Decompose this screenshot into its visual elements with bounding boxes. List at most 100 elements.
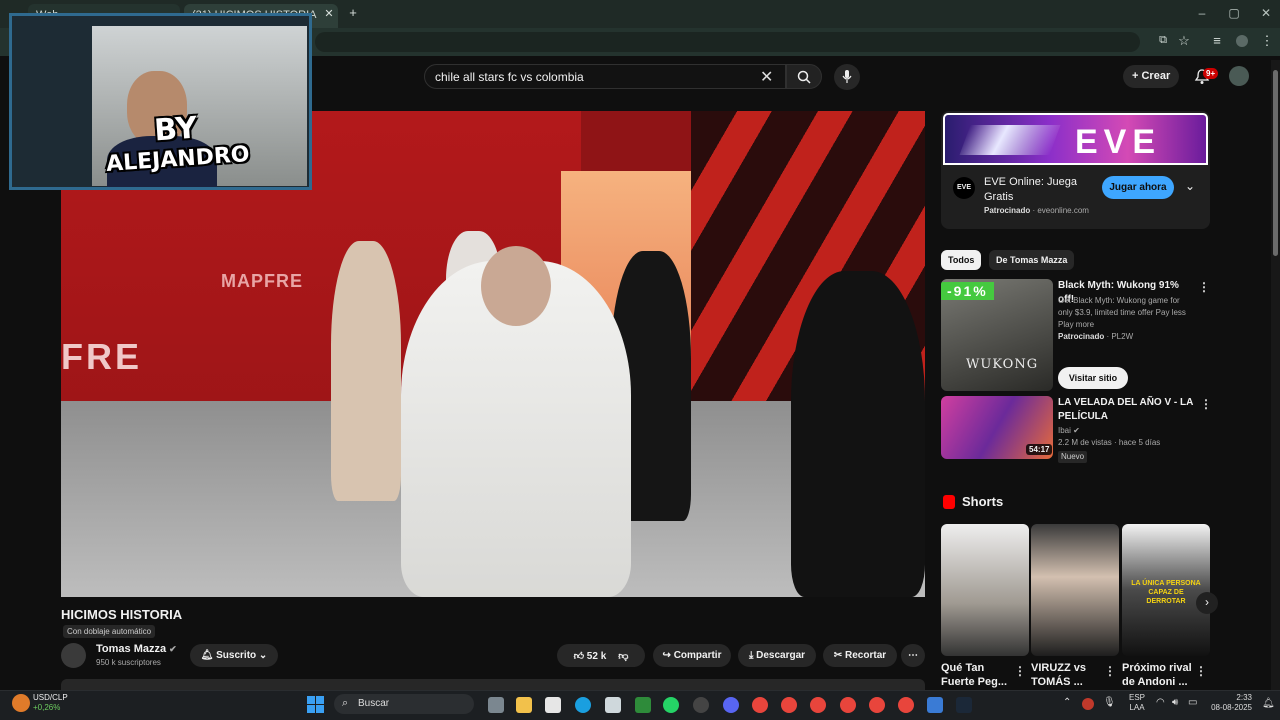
chrome-icon[interactable] xyxy=(781,697,797,713)
rec-thumbnail[interactable]: 54:17 xyxy=(941,396,1053,459)
shorts-heading: Shorts xyxy=(962,494,1004,509)
account-avatar[interactable] xyxy=(1229,66,1249,86)
windows-start-icon[interactable] xyxy=(307,696,324,713)
chrome-icon[interactable] xyxy=(810,697,826,713)
xbox-icon[interactable] xyxy=(635,697,651,713)
streamer-name-overlay: BY ALEJANDRO xyxy=(103,110,250,180)
chip-all[interactable]: Todos xyxy=(941,250,982,270)
sponsored-label: Patrocinado xyxy=(1058,332,1105,341)
clock-time: 2:33 xyxy=(1236,693,1252,702)
battery-icon[interactable]: ▭ xyxy=(1188,697,1197,708)
chrome-icon[interactable] xyxy=(840,697,856,713)
stock-widget-icon[interactable] xyxy=(12,694,30,712)
app-icon[interactable] xyxy=(927,697,943,713)
channel-name[interactable]: Tomas Mazza ✔ xyxy=(96,643,177,655)
like-count: 52 k xyxy=(586,651,607,662)
more-options-icon[interactable]: ⋮ xyxy=(1014,664,1026,678)
short-title[interactable]: VIRUZZ vs TOMÁS ... xyxy=(1031,661,1107,689)
url-bar[interactable] xyxy=(315,32,1140,52)
clip-label: Recortar xyxy=(845,650,887,661)
new-tab-icon[interactable]: + xyxy=(344,5,362,20)
microphone-tray-icon[interactable]: 🎙︎ xyxy=(1103,697,1116,708)
chrome-icon[interactable] xyxy=(898,697,914,713)
tray-chevron-icon[interactable]: ⌃ xyxy=(1063,697,1071,708)
ad-title[interactable]: EVE Online: Juega Gratis xyxy=(984,175,1092,205)
clear-search-icon[interactable]: ✕ xyxy=(760,67,773,87)
task-view-icon[interactable] xyxy=(488,697,504,713)
chrome-icon[interactable] xyxy=(752,697,768,713)
app-icon[interactable] xyxy=(605,697,621,713)
more-options-icon[interactable]: ⋮ xyxy=(1200,397,1212,411)
short-thumbnail[interactable] xyxy=(1031,524,1119,656)
playlist-icon[interactable]: ≡ xyxy=(1208,33,1226,48)
profile-avatar[interactable] xyxy=(1236,35,1248,47)
discord-icon[interactable] xyxy=(723,697,739,713)
bookmark-star-icon[interactable]: ☆ xyxy=(1175,33,1193,49)
steam-icon[interactable] xyxy=(956,697,972,713)
short-thumbnail[interactable]: LA ÚNICA PERSONA CAPAZ DE DERROTAR xyxy=(1122,524,1210,656)
tray-app-icon[interactable] xyxy=(1082,698,1094,710)
clock[interactable]: 2:33 08-08-2025 xyxy=(1208,693,1252,713)
create-button[interactable]: + Crear xyxy=(1123,65,1179,88)
language-indicator[interactable]: ESP LAA xyxy=(1129,693,1145,713)
thumbs-down-icon: 👎︎ xyxy=(618,651,629,662)
like-dislike-group[interactable]: 👍︎ 52 k 👎︎ xyxy=(557,644,645,667)
description-box[interactable] xyxy=(61,679,925,690)
close-tab-icon[interactable]: ✕ xyxy=(320,7,338,20)
voice-search-button[interactable] xyxy=(834,64,860,90)
search-button[interactable] xyxy=(786,64,822,89)
chrome-icon[interactable] xyxy=(869,697,885,713)
more-options-icon[interactable]: ⋮ xyxy=(1198,280,1210,294)
clip-button[interactable]: ✂ Recortar xyxy=(823,644,897,667)
whatsapp-icon[interactable] xyxy=(663,697,679,713)
share-label: Compartir xyxy=(673,650,722,661)
ad-cta-button[interactable]: Jugar ahora xyxy=(1102,176,1174,199)
short-title[interactable]: Qué Tan Fuerte Peg... xyxy=(941,661,1017,689)
ticker-name: USD/CLP xyxy=(33,693,68,702)
visit-site-button[interactable]: Visitar sitio xyxy=(1058,367,1128,389)
sponsored-ad-card[interactable]: EVE EVE EVE Online: Juega Gratis Patroci… xyxy=(941,111,1210,229)
download-button[interactable]: ⤓ Descargar xyxy=(738,644,816,667)
search-query: chile all stars fc vs colombia xyxy=(435,70,584,84)
shorts-next-icon[interactable]: › xyxy=(1196,592,1218,614)
sponsored-label: Patrocinado xyxy=(984,206,1031,215)
edge-icon[interactable] xyxy=(575,697,591,713)
short-thumbnail[interactable] xyxy=(941,524,1029,656)
rec-channel[interactable]: Ibai ✔ xyxy=(1058,425,1080,437)
new-badge: Nuevo xyxy=(1058,451,1088,463)
volume-icon[interactable]: 🔊︎ xyxy=(1172,697,1178,708)
channel-avatar[interactable] xyxy=(61,643,86,668)
short-title[interactable]: Próximo rival de Andoni ... xyxy=(1122,661,1198,689)
chip-channel[interactable]: De Tomas Mazza xyxy=(989,250,1075,270)
share-button[interactable]: ↪ Compartir xyxy=(653,644,731,667)
chevron-down-icon[interactable]: ⌄ xyxy=(1185,179,1195,193)
minimize-icon[interactable]: – xyxy=(1192,6,1212,20)
rec-thumbnail[interactable]: -91% WUKONG xyxy=(941,279,1053,391)
microphone-icon xyxy=(842,70,852,83)
more-options-icon[interactable]: ⋮ xyxy=(1195,664,1207,678)
rec-title[interactable]: LA VELADA DEL AÑO V - LA PELÍCULA xyxy=(1058,396,1193,424)
duration-badge: 54:17 xyxy=(1026,444,1053,455)
search-icon xyxy=(797,70,811,84)
close-window-icon[interactable]: ✕ xyxy=(1256,6,1276,20)
wifi-icon[interactable]: ◠ xyxy=(1156,697,1165,708)
more-options-icon[interactable]: ⋮ xyxy=(1104,664,1116,678)
install-app-icon[interactable]: ⧉ xyxy=(1154,34,1172,47)
subscribed-button[interactable]: 🔔︎ Suscrito ⌄ xyxy=(190,644,278,667)
app-icon[interactable] xyxy=(693,697,709,713)
browser-menu-icon[interactable]: ⋮ xyxy=(1258,33,1276,49)
taskbar-search[interactable]: Buscar xyxy=(334,694,474,714)
maximize-icon[interactable]: ▢ xyxy=(1224,6,1244,20)
thumbs-up-icon: 👍︎ xyxy=(573,651,587,662)
file-explorer-icon[interactable] xyxy=(516,697,532,713)
store-icon[interactable] xyxy=(545,697,561,713)
stock-ticker[interactable]: USD/CLP +0,26% xyxy=(33,693,68,713)
notification-center-icon[interactable]: 🔔︎ xyxy=(1262,698,1275,709)
more-icon: ⋯ xyxy=(908,650,918,661)
shorts-icon xyxy=(943,495,955,509)
more-actions-button[interactable]: ⋯ xyxy=(901,644,925,667)
lang-secondary: LAA xyxy=(1129,703,1145,712)
ad-banner-image[interactable]: EVE xyxy=(943,113,1208,165)
scrollbar-thumb[interactable] xyxy=(1273,70,1278,256)
search-input[interactable]: chile all stars fc vs colombia xyxy=(424,64,786,89)
